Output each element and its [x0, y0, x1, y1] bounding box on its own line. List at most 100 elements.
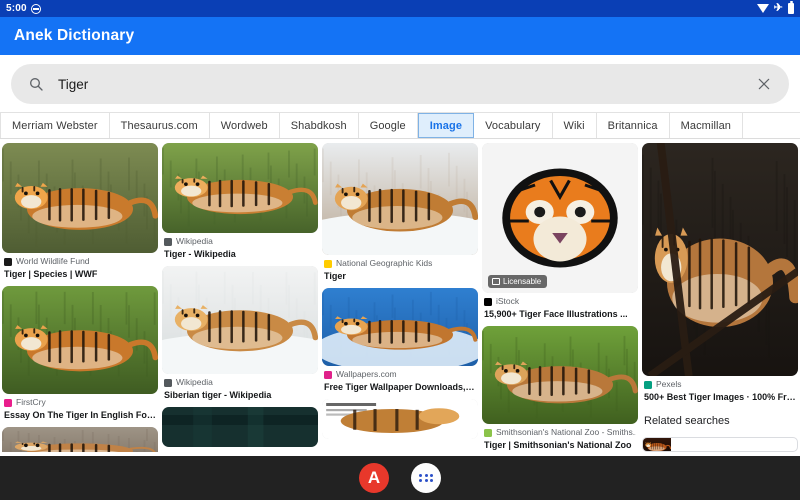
source-tabs: Merriam Webster Thesaurus.com Wordweb Shabd…: [0, 112, 800, 139]
search-input[interactable]: [58, 76, 741, 92]
tab-label: Vocabulary: [485, 119, 541, 132]
result-source: Wallpapers.com: [324, 369, 476, 380]
image-result-card[interactable]: Wikipedia Siberian tiger - Wikipedia: [162, 266, 318, 401]
result-source: World Wildlife Fund: [4, 256, 156, 267]
site-favicon-icon: [644, 380, 652, 389]
result-source-label: World Wildlife Fund: [16, 256, 90, 266]
tab-macmillan[interactable]: Macmillan: [669, 113, 744, 138]
result-title[interactable]: 500+ Best Tiger Images · 100% Free ...: [644, 391, 796, 403]
site-favicon-icon: [484, 297, 492, 306]
related-search-chip[interactable]: [642, 437, 798, 452]
result-thumbnail[interactable]: [642, 143, 798, 376]
results-column: Pexels 500+ Best Tiger Images · 100% Free…: [642, 143, 798, 452]
image-result-card[interactable]: Pexels 500+ Best Tiger Images · 100% Free…: [642, 143, 798, 403]
image-result-card[interactable]: [322, 399, 478, 439]
result-meta: iStock 15,900+ Tiger Face Illustrations .…: [482, 293, 638, 320]
search-box[interactable]: [11, 64, 789, 104]
notification-face-icon: [30, 3, 41, 14]
image-result-card[interactable]: Licensable iStock 15,900+ Tiger Face Illus…: [482, 143, 638, 320]
search-bar-container: [0, 55, 800, 112]
tab-label: Macmillan: [680, 119, 732, 132]
result-title[interactable]: Essay On The Tiger In English For ...: [4, 409, 156, 421]
result-title[interactable]: 15,900+ Tiger Face Illustrations ...: [484, 308, 636, 320]
image-result-card[interactable]: World Wildlife Fund Tiger | Species | WWF: [2, 143, 158, 280]
tab-google[interactable]: Google: [358, 113, 418, 138]
result-title[interactable]: Tiger | Species | WWF: [4, 268, 156, 280]
result-thumbnail[interactable]: Licensable: [482, 143, 638, 293]
result-title[interactable]: Tiger | Smithsonian's National Zoo: [484, 439, 636, 451]
results-column: Wikipedia Tiger - Wikipedia Wikipedia Si…: [162, 143, 318, 452]
tab-label: Wiki: [563, 119, 585, 132]
result-meta: Wallpapers.com Free Tiger Wallpaper Downl…: [322, 366, 478, 393]
result-title[interactable]: Tiger: [324, 270, 476, 282]
result-source: Wikipedia: [164, 236, 316, 247]
app-bar: Anek Dictionary: [0, 17, 800, 55]
result-source: Smithsonian's National Zoo - Smiths...: [484, 427, 636, 438]
tab-vocabulary[interactable]: Vocabulary: [474, 113, 553, 138]
site-favicon-icon: [484, 428, 492, 437]
tab-merriam-webster[interactable]: Merriam Webster: [0, 113, 110, 138]
result-thumbnail[interactable]: [322, 288, 478, 366]
result-thumbnail[interactable]: [162, 266, 318, 374]
result-source: Wikipedia: [164, 377, 316, 388]
tab-image[interactable]: Image: [417, 113, 475, 138]
image-result-card[interactable]: Smithsonian's National Zoo - Smiths... Ti…: [482, 326, 638, 451]
bottom-nav-bar: A: [0, 456, 800, 500]
result-thumbnail[interactable]: [162, 143, 318, 233]
result-source: iStock: [484, 296, 636, 307]
result-thumbnail[interactable]: [2, 143, 158, 253]
result-title[interactable]: Free Tiger Wallpaper Downloads, [600+ ..…: [324, 381, 476, 393]
apps-grid-icon[interactable]: [411, 463, 441, 493]
result-title[interactable]: Tiger - Wikipedia: [164, 248, 316, 260]
image-results-grid[interactable]: World Wildlife Fund Tiger | Species | WWF: [0, 139, 800, 452]
result-meta: Smithsonian's National Zoo - Smiths... Ti…: [482, 424, 638, 451]
result-thumbnail[interactable]: [322, 143, 478, 255]
result-source-label: Wallpapers.com: [336, 369, 397, 379]
status-bar-left: 5:00: [6, 3, 41, 14]
result-thumbnail[interactable]: [482, 326, 638, 424]
site-favicon-icon: [324, 370, 332, 379]
result-thumbnail[interactable]: [162, 407, 318, 447]
tab-shabdkosh[interactable]: Shabdkosh: [279, 113, 359, 138]
image-result-card[interactable]: National Geographic Kids Tiger: [322, 143, 478, 282]
result-source-label: FirstCry: [16, 397, 46, 407]
status-bar-right: ✈: [756, 1, 794, 14]
assistant-button[interactable]: A: [359, 463, 389, 493]
result-meta: Wikipedia Siberian tiger - Wikipedia: [162, 374, 318, 401]
image-result-card[interactable]: Wikipedia Tiger - Wikipedia: [162, 143, 318, 260]
site-favicon-icon: [4, 398, 12, 407]
result-source-label: Wikipedia: [176, 377, 213, 387]
result-meta: World Wildlife Fund Tiger | Species | WWF: [2, 253, 158, 280]
result-source-label: Smithsonian's National Zoo - Smiths...: [496, 427, 636, 437]
close-icon[interactable]: [755, 75, 773, 93]
tab-label: Wordweb: [220, 119, 268, 132]
tab-label: Britannica: [607, 119, 658, 132]
airplane-icon: ✈: [773, 2, 783, 14]
tab-wordweb[interactable]: Wordweb: [209, 113, 280, 138]
tab-wiki[interactable]: Wiki: [552, 113, 597, 138]
results-column: National Geographic Kids Tiger Wallpaper…: [322, 143, 478, 452]
result-source-label: Pexels: [656, 379, 682, 389]
site-favicon-icon: [164, 237, 172, 246]
result-source: Pexels: [644, 379, 796, 390]
results-column: World Wildlife Fund Tiger | Species | WWF: [2, 143, 158, 452]
licensable-badge: Licensable: [488, 275, 548, 288]
result-thumbnail[interactable]: [322, 399, 478, 439]
result-thumbnail[interactable]: [2, 286, 158, 394]
result-meta: Pexels 500+ Best Tiger Images · 100% Free…: [642, 376, 798, 403]
result-thumbnail[interactable]: [2, 427, 158, 452]
battery-icon: [788, 1, 794, 14]
image-result-card[interactable]: FirstCry Essay On The Tiger In English Fo…: [2, 286, 158, 421]
licensable-badge-label: Licensable: [503, 277, 542, 286]
app-title: Anek Dictionary: [14, 27, 135, 44]
image-result-card[interactable]: [162, 407, 318, 447]
result-title[interactable]: Siberian tiger - Wikipedia: [164, 389, 316, 401]
result-source: FirstCry: [4, 397, 156, 408]
tab-thesaurus-com[interactable]: Thesaurus.com: [109, 113, 210, 138]
site-favicon-icon: [324, 259, 332, 268]
site-favicon-icon: [4, 257, 12, 266]
image-result-card[interactable]: Wallpapers.com Free Tiger Wallpaper Downl…: [322, 288, 478, 393]
image-result-card[interactable]: [2, 427, 158, 452]
apps-dots: [419, 473, 433, 483]
tab-britannica[interactable]: Britannica: [596, 113, 670, 138]
